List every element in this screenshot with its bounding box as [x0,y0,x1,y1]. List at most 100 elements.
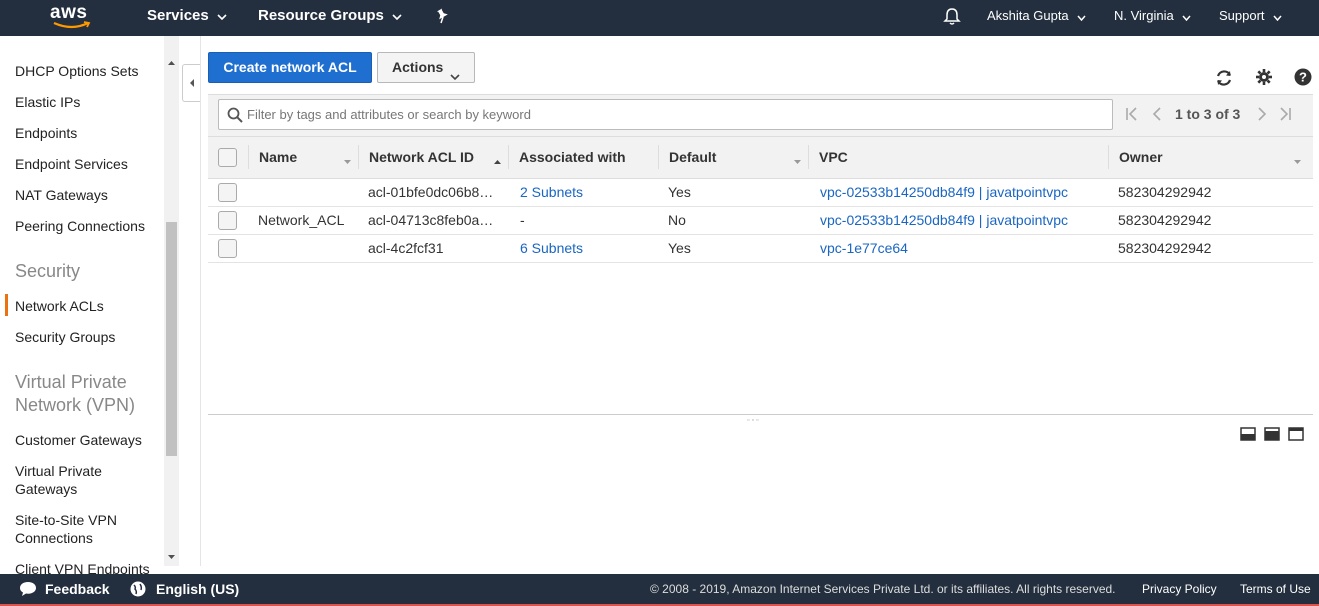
sort-ascending-icon[interactable] [493,152,502,168]
actions-button[interactable]: Actions [377,52,475,83]
cell-default: Yes [668,240,691,256]
services-menu[interactable]: Services [147,0,227,36]
help-icon[interactable]: ? [1294,68,1314,88]
sidebar-item-endpoints[interactable]: Endpoints [15,124,77,142]
sidebar-section-vpn-line1: Virtual Private [15,372,127,392]
top-navigation-bar: aws Services Resource Groups Akshita Gup… [0,0,1319,36]
sidebar-item-peering-connections[interactable]: Peering Connections [15,217,145,235]
actions-label: Actions [392,59,444,75]
gear-icon[interactable] [1255,68,1275,88]
resource-groups-menu[interactable]: Resource Groups [258,0,402,36]
region-label: N. Virginia [1114,8,1174,23]
pagination-text: 1 to 3 of 3 [1175,106,1241,122]
sidebar-scrollbar-thumb[interactable] [166,222,177,456]
globe-icon [130,581,146,600]
sidebar-item-nat-gateways[interactable]: NAT Gateways [15,186,108,204]
feedback-link[interactable]: Feedback [45,574,110,604]
sidebar-item-dhcp-options-sets[interactable]: DHCP Options Sets [15,62,138,80]
sidebar-item-label: Virtual Private [15,463,102,479]
resize-grip-icon[interactable]: ▫▫▫ [747,417,760,424]
sidebar-item-label: Gateways [15,481,78,497]
last-page-icon[interactable] [1278,106,1292,122]
previous-page-icon[interactable] [1150,106,1164,122]
column-header-default[interactable]: Default [669,149,716,165]
sort-icon[interactable] [793,152,802,168]
scroll-up-icon[interactable] [165,56,178,68]
cell-owner: 582304292942 [1118,212,1212,228]
column-divider [248,145,249,169]
sidebar-item-elastic-ips[interactable]: Elastic IPs [15,93,80,111]
chevron-down-icon [217,0,227,32]
support-menu[interactable]: Support [1219,0,1282,36]
svg-text:?: ? [1299,70,1307,85]
bell-icon[interactable] [943,7,961,29]
sidebar-item-client-vpn-endpoints[interactable]: Client VPN Endpoints [15,560,150,574]
layout-split-icon[interactable] [1264,427,1280,441]
cell-vpc-link[interactable]: vpc-1e77ce64 [820,239,908,257]
column-divider [508,145,509,169]
user-menu[interactable]: Akshita Gupta [987,0,1086,36]
cell-vpc-link[interactable]: vpc-02533b14250db84f9 | javatpointvpc [820,183,1068,201]
sidebar-item-endpoint-services[interactable]: Endpoint Services [15,155,128,173]
collapse-sidebar-button[interactable] [182,64,200,102]
cell-default: No [668,212,686,228]
footer-bar: Feedback English (US) © 2008 - 2019, Ama… [0,574,1319,606]
refresh-icon[interactable] [1214,68,1234,88]
row-checkbox[interactable] [218,183,237,202]
cell-vpc-link[interactable]: vpc-02533b14250db84f9 | javatpointvpc [820,211,1068,229]
cell-acl-id: acl-04713c8feb0a… [368,212,494,228]
copyright-text: © 2008 - 2019, Amazon Internet Services … [650,582,1116,596]
cell-associated-link[interactable]: 2 Subnets [520,183,583,201]
sidebar-item-label: Connections [15,530,93,546]
sidebar-item-label: Site-to-Site VPN [15,512,117,528]
column-divider [1108,145,1109,169]
sidebar-item-security-groups[interactable]: Security Groups [15,328,115,346]
column-header-network-acl-id[interactable]: Network ACL ID [369,149,474,165]
chevron-down-icon [1077,1,1086,33]
cell-name: Network_ACL [258,212,345,228]
cell-associated-link[interactable]: 6 Subnets [520,239,583,257]
select-all-checkbox[interactable] [218,148,237,167]
sort-icon[interactable] [1293,152,1302,168]
services-label: Services [147,7,209,24]
sort-icon[interactable] [343,152,352,168]
aws-logo-text: aws [50,2,88,23]
search-input[interactable] [247,100,1107,129]
column-header-name[interactable]: Name [259,149,297,165]
region-menu[interactable]: N. Virginia [1114,0,1191,36]
layout-top-icon[interactable] [1288,427,1304,441]
speech-bubble-icon [19,581,37,600]
active-indicator [5,294,8,316]
privacy-policy-link[interactable]: Privacy Policy [1142,574,1217,604]
next-page-icon[interactable] [1255,106,1269,122]
support-label: Support [1219,8,1265,23]
sidebar-section-security: Security [15,261,81,281]
split-divider[interactable] [208,414,1313,415]
cell-associated: - [520,212,525,228]
chevron-left-icon [190,79,194,87]
first-page-icon[interactable] [1125,106,1139,122]
column-header-vpc[interactable]: VPC [819,149,848,165]
layout-bottom-icon[interactable] [1240,427,1256,441]
sidebar-item-network-acls[interactable]: Network ACLs [15,297,104,315]
language-selector[interactable]: English (US) [156,574,239,604]
create-network-acl-button[interactable]: Create network ACL [208,52,372,83]
sidebar-item-site-to-site-vpn[interactable]: Site-to-Site VPN Connections [15,511,117,547]
column-divider [808,145,809,169]
aws-logo[interactable]: aws [50,2,94,32]
column-header-owner[interactable]: Owner [1119,149,1163,165]
sidebar-divider [200,36,201,566]
terms-of-use-link[interactable]: Terms of Use [1240,574,1311,604]
sidebar-item-virtual-private-gateways[interactable]: Virtual Private Gateways [15,462,102,498]
scroll-down-icon[interactable] [165,550,178,562]
cell-acl-id: acl-4c2fcf31 [368,240,444,256]
column-header-associated-with[interactable]: Associated with [519,149,626,165]
pin-icon[interactable] [436,8,450,27]
row-checkbox[interactable] [218,239,237,258]
row-checkbox[interactable] [218,211,237,230]
search-box[interactable] [218,99,1113,130]
chevron-down-icon [1272,1,1282,33]
cell-owner: 582304292942 [1118,240,1212,256]
sidebar-item-customer-gateways[interactable]: Customer Gateways [15,431,142,449]
user-name: Akshita Gupta [987,8,1069,23]
